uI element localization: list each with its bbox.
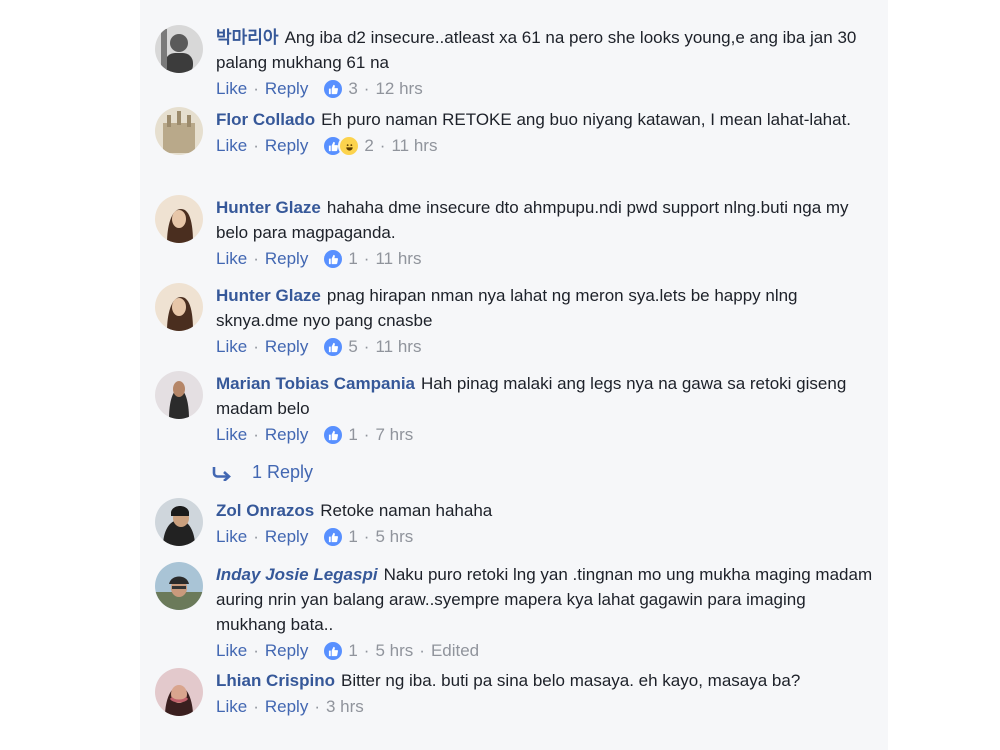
comment-text: Ang iba d2 insecure..atleast xa 61 na pe… — [216, 28, 857, 72]
like-button[interactable]: Like — [216, 135, 247, 157]
separator-dot: · — [253, 641, 259, 660]
comment-actions: Like · Reply 3 · 12 hrs — [216, 78, 876, 100]
reply-arrow-icon — [212, 466, 231, 481]
comment-actions: Like · Reply 1 · 7 hrs — [216, 424, 876, 446]
like-reaction-icon — [322, 640, 345, 662]
view-replies-link[interactable]: 1 Reply — [212, 462, 313, 483]
like-button[interactable]: Like — [216, 78, 247, 100]
like-reaction-icon — [322, 336, 345, 358]
reaction-count: 2 — [364, 136, 374, 155]
reply-button[interactable]: Reply — [265, 526, 308, 548]
separator-dot: · — [363, 425, 370, 444]
separator-dot: · — [363, 641, 370, 660]
separator-dot: · — [314, 697, 320, 716]
reaction-count: 3 — [348, 79, 358, 98]
avatar[interactable] — [155, 107, 203, 155]
like-button[interactable]: Like — [216, 248, 247, 270]
reactions[interactable]: 2 — [322, 135, 374, 157]
reactions[interactable]: 5 — [322, 336, 358, 358]
reaction-count: 1 — [348, 249, 358, 268]
like-button[interactable]: Like — [216, 640, 247, 662]
comment-text: Bitter ng iba. buti pa sina belo masaya.… — [341, 671, 801, 690]
reaction-count: 1 — [348, 425, 358, 444]
reply-button[interactable]: Reply — [265, 78, 308, 100]
comment-actions: Like · Reply 1 · 5 hrs · Edited — [216, 640, 876, 662]
reaction-count: 5 — [348, 337, 358, 356]
comment-author[interactable]: Hunter Glaze — [216, 286, 321, 305]
separator-dot: · — [363, 337, 370, 356]
like-reaction-icon — [322, 248, 345, 270]
separator-dot: · — [363, 79, 370, 98]
separator-dot: · — [253, 79, 259, 98]
comment-text: Retoke naman hahaha — [320, 501, 493, 520]
comment-author[interactable]: Flor Collado — [216, 110, 315, 129]
comment-actions: Like · Reply 1 · 11 hrs — [216, 248, 876, 270]
separator-dot: · — [253, 425, 259, 444]
reply-button[interactable]: Reply — [265, 640, 308, 662]
replies-count[interactable]: 1 Reply — [252, 462, 313, 483]
comment-author[interactable]: Marian Tobias Campania — [216, 374, 415, 393]
reactions[interactable]: 1 — [322, 640, 358, 662]
comment-author[interactable]: Lhian Crispino — [216, 671, 335, 690]
edited-label[interactable]: Edited — [431, 640, 479, 662]
separator-dot: · — [363, 527, 370, 546]
avatar[interactable] — [155, 668, 203, 716]
reply-button[interactable]: Reply — [265, 424, 308, 446]
like-reaction-icon — [322, 78, 345, 100]
separator-dot: · — [379, 136, 386, 155]
comment-text: Eh puro naman RETOKE ang buo niyang kata… — [321, 110, 852, 129]
like-button[interactable]: Like — [216, 696, 247, 718]
avatar[interactable] — [155, 283, 203, 331]
reply-button[interactable]: Reply — [265, 696, 308, 718]
reply-button[interactable]: Reply — [265, 336, 308, 358]
timestamp[interactable]: 12 hrs — [375, 78, 422, 100]
comment-author[interactable]: 박마리아 — [216, 28, 279, 47]
reaction-count: 1 — [348, 641, 358, 660]
reactions[interactable]: 3 — [322, 78, 358, 100]
timestamp[interactable]: 11 hrs — [375, 336, 421, 358]
comment-author[interactable]: Zol Onrazos — [216, 501, 314, 520]
comment-author[interactable]: Inday Josie Legaspi — [216, 565, 378, 584]
reactions[interactable]: 1 — [322, 248, 358, 270]
separator-dot: · — [419, 641, 425, 660]
avatar[interactable] — [155, 562, 203, 610]
avatar[interactable] — [155, 371, 203, 419]
avatar[interactable] — [155, 195, 203, 243]
timestamp[interactable]: 5 hrs — [375, 526, 413, 548]
like-reaction-icon — [322, 526, 345, 548]
timestamp[interactable]: 3 hrs — [326, 696, 364, 718]
comment-actions: Like · Reply 5 · 11 hrs — [216, 336, 876, 358]
timestamp[interactable]: 7 hrs — [375, 424, 413, 446]
comment-author[interactable]: Hunter Glaze — [216, 198, 321, 217]
like-button[interactable]: Like — [216, 424, 247, 446]
separator-dot: · — [363, 249, 370, 268]
separator-dot: · — [253, 337, 259, 356]
reactions[interactable]: 1 — [322, 526, 358, 548]
reply-button[interactable]: Reply — [265, 135, 308, 157]
like-button[interactable]: Like — [216, 526, 247, 548]
separator-dot: · — [253, 527, 259, 546]
comment-actions: Like · Reply 2 · 11 hrs — [216, 135, 876, 157]
separator-dot: · — [253, 136, 259, 155]
comment-actions: Like · Reply · 3 hrs — [216, 696, 876, 718]
timestamp[interactable]: 11 hrs — [391, 135, 437, 157]
reactions[interactable]: 1 — [322, 424, 358, 446]
haha-reaction-icon — [338, 135, 361, 157]
reply-button[interactable]: Reply — [265, 248, 308, 270]
separator-dot: · — [253, 697, 259, 716]
avatar[interactable] — [155, 25, 203, 73]
reaction-count: 1 — [348, 527, 358, 546]
separator-dot: · — [253, 249, 259, 268]
like-reaction-icon — [322, 424, 345, 446]
like-button[interactable]: Like — [216, 336, 247, 358]
avatar[interactable] — [155, 498, 203, 546]
comment-actions: Like · Reply 1 · 5 hrs — [216, 526, 876, 548]
timestamp[interactable]: 11 hrs — [375, 248, 421, 270]
timestamp[interactable]: 5 hrs — [375, 640, 413, 662]
